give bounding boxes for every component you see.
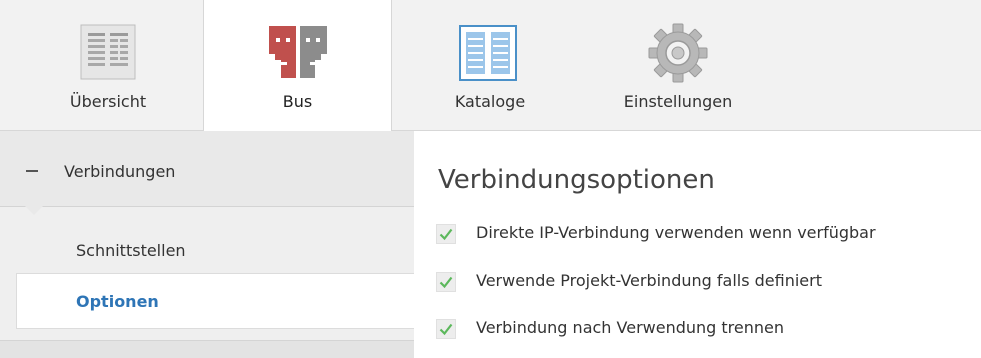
checkbox-project-connection[interactable] [436,272,456,292]
collapse-icon[interactable] [26,170,38,172]
tab-settings[interactable]: Einstellungen [603,0,753,131]
tab-settings-label: Einstellungen [623,92,733,111]
checkbox-direct-ip[interactable] [436,224,456,244]
overview-icon [80,24,136,84]
option-label: Verbindung nach Verwendung trennen [476,318,784,337]
tab-catalogs[interactable]: Kataloge [420,0,560,131]
sidebar-item-options-label: Optionen [76,292,159,311]
tab-overview[interactable]: Übersicht [38,0,178,131]
tab-overview-label: Übersicht [69,92,147,111]
bus-icon [267,24,329,84]
sidebar: Verbindungen Schnittstellen Optionen [0,131,416,358]
check-icon [439,228,453,241]
page-title: Verbindungsoptionen [438,165,715,195]
sidebar-section-label: Verbindungen [64,162,176,181]
sidebar-next-section[interactable] [0,340,414,358]
main-panel: Verbindungsoptionen Direkte IP-Verbindun… [414,131,981,358]
checkbox-disconnect-after-use[interactable] [436,319,456,339]
tab-bus[interactable]: Bus [203,0,392,132]
catalog-icon [459,25,517,85]
sidebar-item-options[interactable]: Optionen [16,273,416,329]
gear-icon [647,22,709,88]
section-pointer [25,206,43,215]
tab-catalogs-label: Kataloge [454,92,526,111]
check-icon [439,323,453,336]
option-label: Verwende Projekt-Verbindung falls defini… [476,271,822,290]
tab-bus-label: Bus [282,92,313,111]
ribbon-tab-bar: Übersicht Bus Kataloge Einstellungen [0,0,981,132]
check-icon [439,276,453,289]
sidebar-item-interfaces[interactable]: Schnittstellen [76,241,186,260]
sidebar-section-connections[interactable]: Verbindungen [0,131,414,207]
option-label: Direkte IP-Verbindung verwenden wenn ver… [476,223,876,242]
